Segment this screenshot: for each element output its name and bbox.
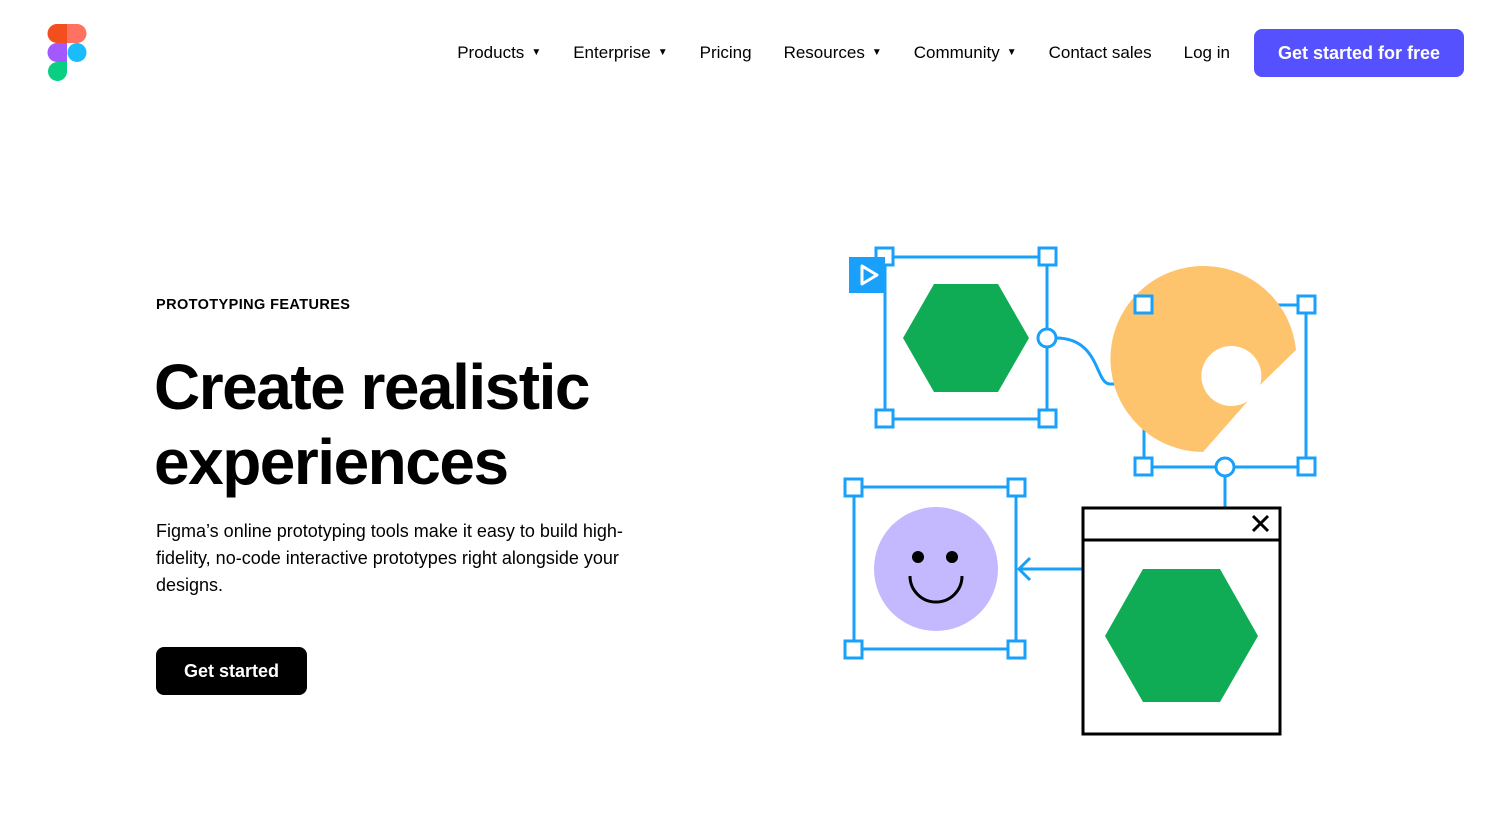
nav-item-pricing[interactable]: Pricing (700, 43, 752, 63)
hexagon-shape (903, 284, 1029, 392)
nav-item-label: Community (913, 43, 1000, 62)
nav-item-enterprise[interactable]: Enterprise ▼ (573, 43, 667, 63)
prototyping-illustration (843, 246, 1317, 736)
nav-item-label: Resources (783, 43, 865, 62)
frame-smiley (843, 477, 1027, 660)
nav-item-products[interactable]: Products ▼ (457, 43, 541, 63)
smiley-face (874, 507, 998, 631)
headline-line-2: experiences (154, 426, 509, 498)
headline-line-1: Create realistic (154, 351, 590, 423)
frame-hexagon (849, 246, 1058, 429)
landing-page: Products ▼ Enterprise ▼ Pricing Resource… (0, 0, 1512, 814)
chevron-down-icon: ▼ (871, 47, 882, 58)
get-started-free-button[interactable]: Get started for free (1253, 29, 1464, 77)
frame-pacman (1110, 266, 1317, 478)
nav-item-label: Contact sales (1048, 43, 1152, 62)
nav-item-contact-sales[interactable]: Contact sales (1049, 43, 1152, 63)
section-eyebrow: PROTOTYPING FEATURES (156, 297, 351, 313)
main-nav: Products ▼ Enterprise ▼ Pricing Resource… (457, 29, 1464, 77)
nav-item-community[interactable]: Community ▼ (914, 43, 1017, 63)
pacman-shape (1110, 266, 1296, 452)
chevron-down-icon: ▼ (657, 47, 668, 58)
play-icon (849, 257, 885, 293)
chevron-down-icon: ▼ (531, 47, 542, 58)
nav-item-label: Enterprise (573, 43, 651, 62)
get-started-button[interactable]: Get started (156, 647, 307, 695)
hero-description: Figma’s online prototyping tools make it… (156, 521, 623, 595)
nav-item-label: Products (457, 43, 525, 62)
login-link[interactable]: Log in (1184, 43, 1230, 63)
page-title: Create realistic experiences (154, 350, 714, 500)
overlay-window (1081, 506, 1282, 736)
nav-item-resources[interactable]: Resources ▼ (784, 43, 882, 63)
nav-item-label: Pricing (699, 43, 752, 62)
chevron-down-icon: ▼ (1006, 47, 1017, 58)
figma-logo-icon[interactable] (47, 24, 87, 82)
